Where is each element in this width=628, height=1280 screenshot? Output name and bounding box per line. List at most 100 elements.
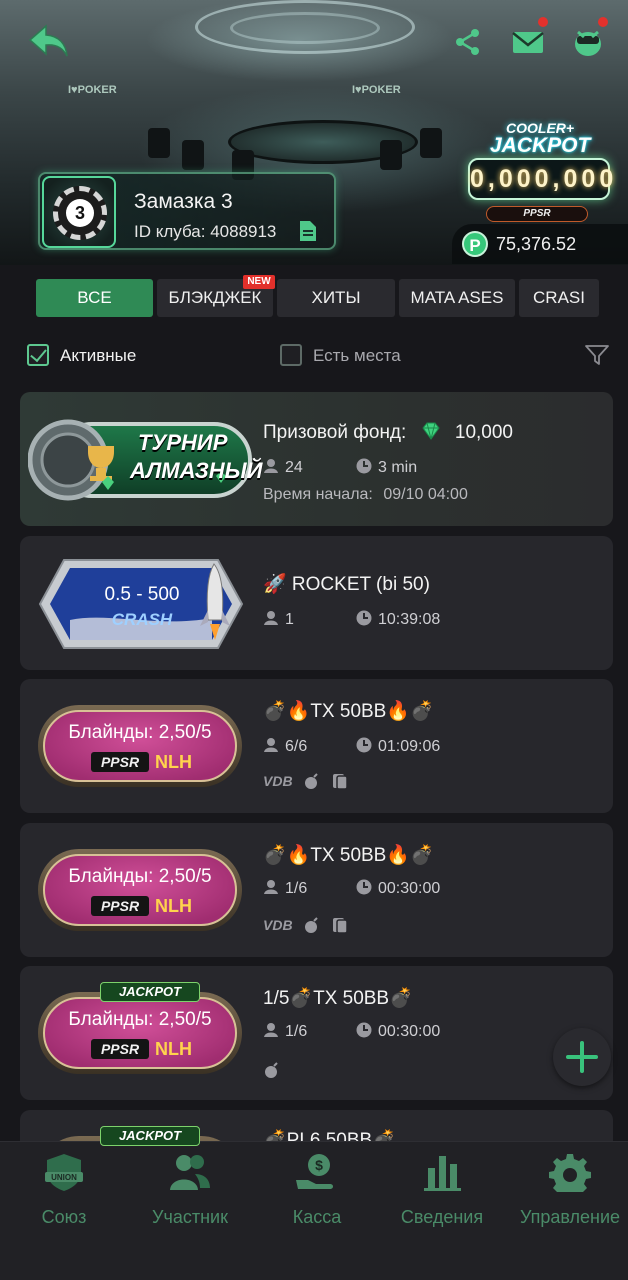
filter-button[interactable]: [584, 343, 610, 367]
table-card[interactable]: JACKPOT Блайнды: 2,50/5 PPSR NLH 1/5💣TX …: [20, 966, 613, 1100]
seats-checkbox[interactable]: [280, 344, 302, 366]
crash-game-card[interactable]: 0.5 - 500 CRASH 🚀 ROCKET (bi 50) 1 10:39…: [20, 536, 613, 670]
game-type: NLH: [155, 896, 192, 916]
time-info: 3 min: [356, 458, 417, 477]
seats-filter-label[interactable]: Есть места: [313, 346, 401, 366]
svg-text:$: $: [315, 1157, 323, 1173]
game-title: 💣🔥TX 50BB🔥💣: [263, 845, 434, 866]
funnel-icon: [585, 345, 609, 365]
nav-label: Касса: [292, 1207, 342, 1227]
blinds-badge: Блайнды: 2,50/5 PPSR NLH: [38, 992, 242, 1074]
time-value: 01:09:06: [378, 738, 441, 755]
chair-decor: [182, 140, 204, 170]
add-table-button[interactable]: [553, 1028, 611, 1086]
back-button[interactable]: [26, 22, 70, 62]
player-icon: [264, 880, 278, 894]
vdb-icon: VDB: [263, 773, 293, 789]
nav-label: Союз: [41, 1207, 87, 1227]
players-count: 1/6: [263, 1022, 307, 1041]
time-info: 00:30:00: [356, 879, 440, 898]
blinds-badge: Блайнды: 2,50/5 PPSR NLH: [38, 849, 242, 931]
avatar-icon: [575, 30, 601, 56]
settings-gear-icon: [549, 1154, 591, 1192]
diamond-icon: [421, 422, 440, 440]
union-shield-icon: UNION: [45, 1154, 83, 1191]
clock-icon: [356, 879, 372, 895]
nav-cashier[interactable]: $ Касса: [272, 1152, 362, 1232]
nav-union[interactable]: UNION Союз: [18, 1152, 110, 1232]
tournament-card[interactable]: ТУРНИР АЛМАЗНЫЙ Призовой фонд: 10,000 24…: [20, 392, 613, 526]
cards-icon: [332, 918, 348, 934]
time-value: 10:39:08: [378, 611, 441, 628]
prize-pool-row: Призовой фонд: 10,000: [263, 422, 513, 444]
nav-management[interactable]: Управление: [514, 1152, 626, 1232]
avatar-notification-dot: [598, 17, 608, 27]
players-count: 24: [263, 458, 303, 477]
table-features: VDB: [263, 771, 349, 791]
jackpot-brand: PPSR: [486, 206, 588, 222]
back-arrow-icon: [28, 24, 68, 57]
active-filter-label[interactable]: Активные: [60, 346, 136, 366]
game-title: 🚀 ROCKET (bi 50): [263, 574, 430, 595]
start-time-value: 09/10 04:00: [383, 486, 468, 503]
game-type: NLH: [155, 752, 192, 772]
mail-icon: [512, 32, 544, 53]
crash-range: 0.5 - 500: [104, 584, 180, 605]
player-icon: [264, 459, 278, 473]
tab-all[interactable]: ВСЕ: [36, 279, 153, 317]
players-count: 1: [263, 610, 294, 629]
table-card[interactable]: Блайнды: 2,50/5 PPSR NLH 💣🔥TX 50BB🔥💣 6/6…: [20, 679, 613, 813]
ppsr-brand: PPSR: [91, 752, 149, 772]
players-count: 1/6: [263, 879, 307, 898]
blinds-text: Блайнды: 2,50/5: [68, 866, 212, 887]
tab-mata-ases[interactable]: MATA ASES: [399, 279, 515, 317]
players-value: 1/6: [285, 880, 308, 897]
club-info-card: 3 Замазка 3 ID клуба: 4088913: [38, 172, 336, 250]
balance-display[interactable]: P 75,376.52: [452, 224, 628, 264]
prize-pool-label: Призовой фонд:: [263, 422, 407, 443]
game-category-tabs: ВСЕ БЛЭКДЖЕК ХИТЫ MATA ASES CRASI: [0, 265, 628, 327]
ppsr-brand: PPSR: [91, 1039, 149, 1059]
club-id: ID клуба: 4088913: [134, 222, 277, 241]
stats-icon: [424, 1156, 461, 1191]
jackpot-title: JACKPOT: [490, 134, 591, 157]
players-count: 6/6: [263, 737, 307, 756]
prize-pool-value: 10,000: [454, 422, 513, 443]
player-icon: [264, 611, 278, 625]
members-icon: [170, 1155, 210, 1190]
tab-crash[interactable]: CRASI: [519, 279, 599, 317]
time-value: 00:30:00: [378, 880, 441, 897]
nav-label: Сведения: [400, 1207, 484, 1227]
time-value: 00:30:00: [378, 1023, 441, 1040]
start-time-label: Время начала:: [263, 486, 373, 503]
balance-value: 75,376.52: [496, 234, 577, 254]
game-title: 💣🔥TX 50BB🔥💣: [263, 701, 434, 722]
ceiling-light-ring-inner: [230, 12, 380, 44]
share-button[interactable]: [450, 24, 486, 60]
nav-members[interactable]: Участник: [140, 1152, 240, 1232]
club-chip-icon: 3: [53, 186, 107, 240]
table-card[interactable]: Блайнды: 2,50/5 PPSR NLH 💣🔥TX 50BB🔥💣 1/6…: [20, 823, 613, 957]
wall-sign: I♥POKER: [352, 84, 401, 96]
player-icon: [264, 1023, 278, 1037]
active-checkbox[interactable]: [27, 344, 49, 366]
blinds-text: Блайнды: 2,50/5: [68, 1009, 212, 1030]
tournament-badge-line1: ТУРНИР: [138, 430, 228, 455]
chair-decor: [380, 140, 402, 170]
club-logo-number: 3: [66, 199, 94, 227]
copy-id-button[interactable]: [298, 220, 318, 242]
nav-label: Управление: [519, 1207, 621, 1227]
players-value: 24: [285, 459, 303, 476]
crash-label: CRASH: [111, 610, 173, 629]
avatar-button[interactable]: [570, 24, 606, 60]
jackpot-counter: 0,000,000: [468, 158, 613, 200]
jackpot-ribbon: JACKPOT: [100, 982, 200, 1002]
nav-stats[interactable]: Сведения: [390, 1152, 494, 1232]
clock-icon: [356, 610, 372, 626]
mail-button[interactable]: [510, 24, 546, 60]
tab-hits[interactable]: ХИТЫ: [277, 279, 395, 317]
jackpot-widget[interactable]: COOLER+ JACKPOT 0,000,000 PPSR: [466, 118, 613, 228]
player-icon: [264, 738, 278, 752]
copy-icon: [300, 221, 316, 241]
players-value: 1: [285, 611, 294, 628]
